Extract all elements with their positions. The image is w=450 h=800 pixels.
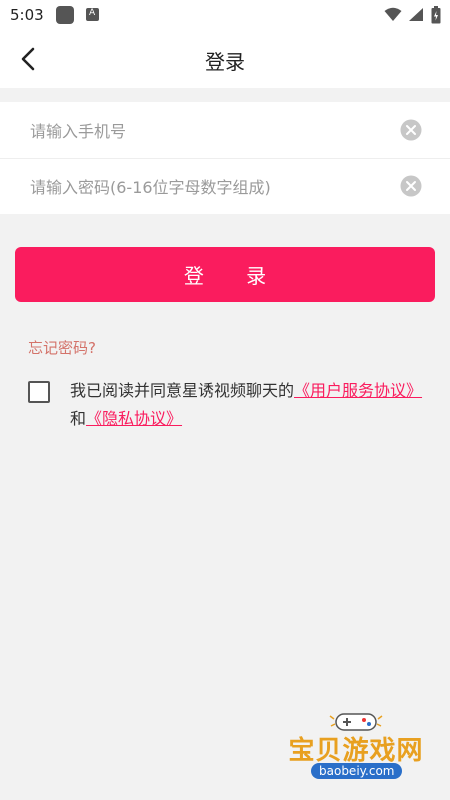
agreement-conjunction: 和 [70, 409, 87, 428]
agreement-prefix: 我已阅读并同意星诱视频聊天的 [70, 381, 295, 400]
clear-password-icon[interactable] [400, 175, 422, 197]
clear-phone-icon[interactable] [400, 119, 422, 141]
privacy-link[interactable]: 《隐私协议》 [86, 409, 182, 428]
signal-icon [409, 8, 423, 21]
password-field-row [0, 158, 450, 214]
battery-icon [431, 6, 441, 24]
status-bar: 5:03 [0, 0, 450, 30]
phone-input[interactable] [28, 114, 382, 148]
agreement-checkbox[interactable] [28, 381, 50, 403]
title-bar: 登录 [0, 30, 450, 88]
notification-app-icon [56, 6, 74, 24]
watermark-logo: 宝贝游戏网 baobeiy.com [276, 708, 436, 788]
login-form [0, 102, 450, 214]
agreement-text: 我已阅读并同意星诱视频聊天的《用户服务协议》和《隐私协议》 [70, 377, 430, 433]
password-input[interactable] [28, 170, 382, 204]
watermark-name: 宝贝游戏网 [288, 736, 424, 766]
phone-field-row [0, 102, 450, 158]
page-title: 登录 [205, 50, 245, 74]
terms-link[interactable]: 《用户服务协议》 [294, 381, 422, 400]
login-button[interactable]: 登 录 [15, 247, 435, 302]
watermark-url: baobeiy.com [311, 763, 403, 779]
wifi-icon [384, 7, 402, 21]
notification-a-icon [86, 8, 99, 21]
status-time: 5:03 [10, 6, 44, 24]
forgot-password-link[interactable]: 忘记密码? [28, 337, 96, 358]
